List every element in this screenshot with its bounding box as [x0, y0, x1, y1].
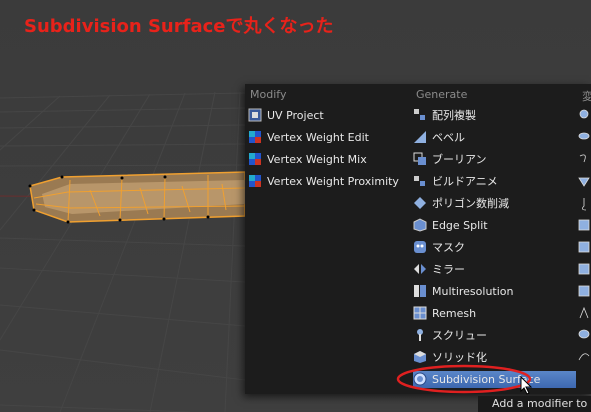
menu-item-boolean[interactable]: ブーリアン — [413, 149, 487, 169]
menu-item-multiresolution[interactable]: Multiresolution — [413, 281, 514, 301]
menu-item-array[interactable]: 配列複製 — [413, 105, 476, 125]
solidify-icon — [413, 350, 427, 364]
menu-item-uv-project[interactable]: UV Project — [248, 105, 324, 125]
menu-item-bevel[interactable]: ベベル — [413, 127, 465, 147]
menu-item-vertex-weight-mix[interactable]: Vertex Weight Mix — [248, 149, 367, 169]
menu-item-screw[interactable]: スクリュー — [413, 325, 487, 345]
vertex-weight-icon — [248, 174, 262, 188]
array-icon — [413, 108, 427, 122]
menu-item-vertex-weight-proximity[interactable]: Vertex Weight Proximity — [248, 171, 399, 191]
annotation-ellipse — [396, 364, 532, 394]
vertex-weight-icon — [248, 130, 262, 144]
vertex-weight-icon — [248, 152, 262, 166]
mirror-icon — [413, 262, 427, 276]
boolean-icon — [413, 152, 427, 166]
annotation-title: Subdivision Surfaceで丸くなった — [24, 16, 334, 37]
edge-split-icon — [413, 218, 427, 232]
tooltip: Add a modifier to th — [478, 396, 591, 412]
menu-item-decimate[interactable]: ポリゴン数削減 — [413, 193, 509, 213]
menu-item-build[interactable]: ビルドアニメ — [413, 171, 498, 191]
uv-project-icon — [248, 108, 262, 122]
modify-header: Modify — [250, 88, 287, 101]
mouse-cursor-icon — [520, 376, 533, 395]
screw-icon — [413, 328, 427, 342]
menu-item-mask[interactable]: マスク — [413, 237, 465, 257]
deform-icons-column — [578, 109, 590, 361]
mask-icon — [413, 240, 427, 254]
remesh-icon — [413, 306, 427, 320]
mesh-object[interactable] — [28, 171, 246, 224]
bevel-icon — [413, 130, 427, 144]
menu-item-mirror[interactable]: ミラー — [413, 259, 465, 279]
generate-header: Generate — [416, 88, 468, 101]
build-icon — [413, 174, 427, 188]
add-modifier-menu: Modify UV Project Vertex Weight Edit Ver… — [245, 84, 591, 394]
menu-item-edge-split[interactable]: Edge Split — [413, 215, 488, 235]
deform-header: 変 — [582, 90, 591, 103]
menu-item-remesh[interactable]: Remesh — [413, 303, 476, 323]
menu-item-vertex-weight-edit[interactable]: Vertex Weight Edit — [248, 127, 369, 147]
decimate-icon — [413, 196, 427, 210]
multires-icon — [413, 284, 427, 298]
